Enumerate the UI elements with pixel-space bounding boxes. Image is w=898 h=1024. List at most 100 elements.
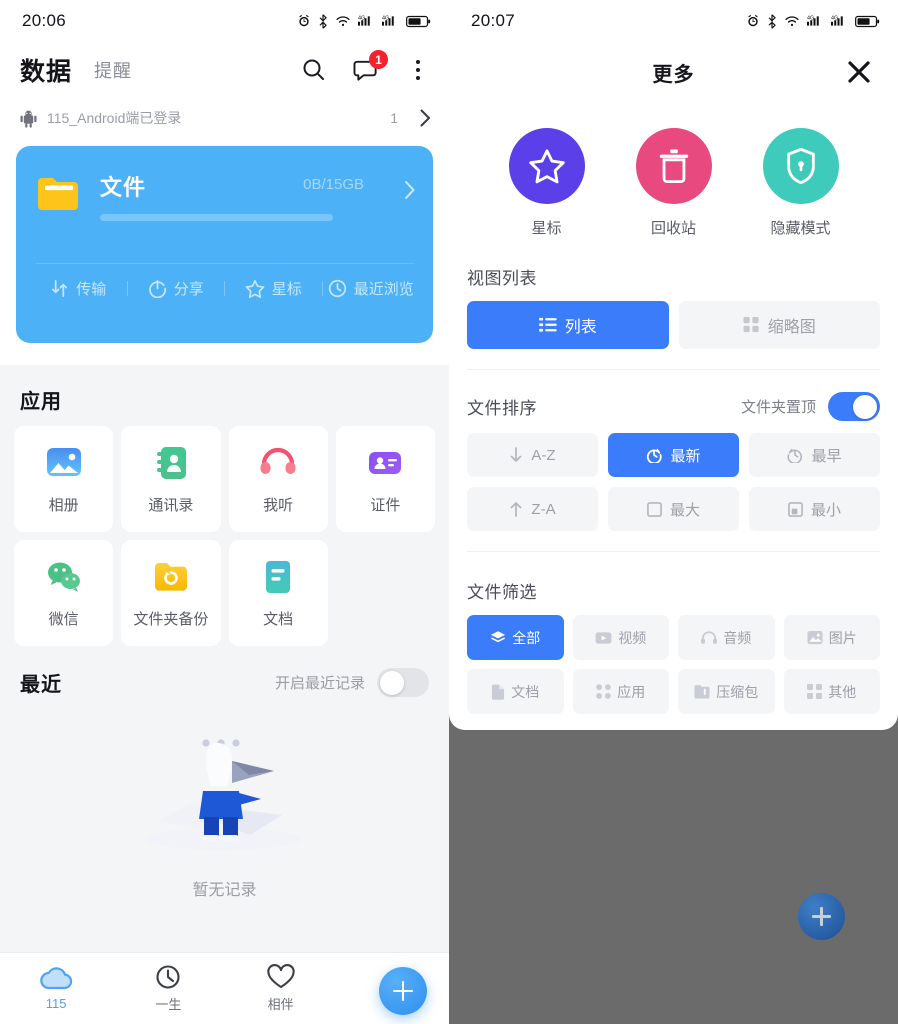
card-action-share-label: 分享 bbox=[173, 281, 204, 298]
sort-option-newest-label: 最新 bbox=[670, 447, 701, 465]
nav-item-companion[interactable]: 相伴 bbox=[225, 964, 337, 1013]
file-filter-section: 文件筛选 全部 视频 音频 图片 文档 应用 压缩包 其他 bbox=[449, 552, 898, 714]
search-button[interactable] bbox=[299, 55, 329, 85]
clock-icon bbox=[156, 965, 180, 989]
app-idcard[interactable]: 证件 bbox=[335, 426, 435, 532]
shortcut-row: 星标 回收站 隐藏模式 bbox=[449, 102, 898, 238]
add-button-dimmed[interactable] bbox=[798, 893, 845, 940]
bottom-navigation: 115 一生 相伴 bbox=[0, 952, 449, 1024]
recent-empty-state: 暂无记录 bbox=[14, 699, 435, 900]
filter-option-document[interactable]: 文档 bbox=[467, 669, 564, 714]
card-action-transfer-label: 传输 bbox=[76, 281, 107, 298]
filter-option-app[interactable]: 应用 bbox=[572, 669, 669, 714]
app-wechat[interactable]: 微信 bbox=[14, 540, 114, 646]
android-icon bbox=[20, 110, 37, 128]
storage-card-middle: 文件 0B/15GB bbox=[100, 170, 398, 221]
app-contacts-label: 通讯录 bbox=[148, 497, 194, 514]
folder-top-toggle[interactable] bbox=[828, 392, 880, 421]
more-options-sheet: 20:07 4G 4G 更多 星标 回收站 隐藏模式 视图列表 列表 缩略图 文… bbox=[449, 0, 898, 730]
archive-icon bbox=[694, 685, 710, 699]
sheet-title: 更多 bbox=[652, 63, 695, 86]
add-button[interactable] bbox=[379, 967, 427, 1015]
device-login-row[interactable]: 115_Android端已登录 1 bbox=[0, 98, 449, 138]
star-icon bbox=[528, 149, 565, 184]
shortcut-hidden-label: 隐藏模式 bbox=[770, 220, 831, 237]
filter-option-other-label: 其他 bbox=[828, 683, 857, 700]
status-icons: 4G 4G bbox=[297, 13, 431, 29]
chevron-right-icon bbox=[420, 109, 431, 127]
sort-option-largest[interactable]: 最大 bbox=[608, 487, 739, 531]
signal-4g-1-icon: 4G bbox=[807, 15, 819, 26]
more-menu-button[interactable] bbox=[403, 55, 433, 85]
nav-item-115[interactable]: 115 bbox=[0, 966, 112, 1011]
sort-option-az-label: A-Z bbox=[531, 446, 556, 464]
sort-option-smallest[interactable]: 最小 bbox=[749, 487, 880, 531]
storage-card-wrapper: 文件 0B/15GB 传输 分享 星标 最近浏览 bbox=[0, 138, 449, 365]
filter-option-image[interactable]: 图片 bbox=[783, 615, 880, 660]
folder-sync-icon bbox=[151, 557, 191, 597]
storage-card[interactable]: 文件 0B/15GB 传输 分享 星标 最近浏览 bbox=[16, 146, 433, 343]
view-option-list-label: 列表 bbox=[564, 319, 597, 336]
tab-reminder[interactable]: 提醒 bbox=[94, 57, 132, 83]
header-actions: 1 bbox=[299, 50, 433, 85]
filter-option-video[interactable]: 视频 bbox=[572, 615, 669, 660]
app-contacts[interactable]: 通讯录 bbox=[121, 426, 221, 532]
filter-option-audio[interactable]: 音频 bbox=[678, 615, 775, 660]
arrow-up-icon bbox=[511, 502, 522, 517]
storage-quota: 0B/15GB bbox=[303, 176, 364, 193]
shortcut-star-label: 星标 bbox=[531, 220, 562, 237]
shortcut-hidden-mode[interactable]: 隐藏模式 bbox=[737, 128, 864, 238]
view-list-options: 列表 缩略图 bbox=[467, 301, 880, 349]
file-filter-title: 文件筛选 bbox=[467, 583, 537, 602]
right-screen: 20:07 4G 4G 更多 星标 回收站 隐藏模式 视图列表 列表 缩略图 文… bbox=[449, 0, 898, 1024]
app-document-label: 文档 bbox=[263, 611, 294, 628]
view-option-thumbnail[interactable]: 缩略图 bbox=[678, 301, 880, 349]
star-icon bbox=[245, 280, 265, 298]
filter-option-all[interactable]: 全部 bbox=[467, 615, 564, 660]
switch-knob bbox=[853, 394, 877, 419]
card-action-recent[interactable]: 最近浏览 bbox=[323, 278, 420, 299]
app-document[interactable]: 文档 bbox=[228, 540, 328, 646]
nav-item-115-label: 115 bbox=[45, 996, 67, 1011]
clock-refresh-icon bbox=[647, 448, 663, 463]
doc-icon bbox=[492, 684, 505, 700]
shield-lock-icon bbox=[786, 147, 815, 185]
filter-option-video-label: 视频 bbox=[618, 629, 647, 646]
nav-item-lifetime[interactable]: 一生 bbox=[112, 964, 224, 1013]
card-action-share[interactable]: 分享 bbox=[128, 278, 225, 299]
card-action-transfer[interactable]: 传输 bbox=[30, 278, 127, 299]
file-sort-header: 文件排序 文件夹置顶 bbox=[467, 370, 880, 433]
message-button[interactable]: 1 bbox=[351, 50, 388, 85]
filter-option-archive[interactable]: 压缩包 bbox=[678, 669, 775, 714]
wifi-icon bbox=[336, 15, 350, 26]
app-photo[interactable]: 相册 bbox=[14, 426, 114, 532]
tab-data[interactable]: 数据 bbox=[20, 52, 72, 88]
filter-option-all-label: 全部 bbox=[512, 629, 541, 646]
view-option-thumbnail-label: 缩略图 bbox=[767, 319, 816, 336]
close-icon[interactable] bbox=[846, 59, 872, 85]
app-folder-backup[interactable]: 文件夹备份 bbox=[121, 540, 221, 646]
id-card-icon bbox=[365, 443, 405, 483]
shortcut-star[interactable]: 星标 bbox=[483, 128, 610, 238]
sort-option-za[interactable]: Z-A bbox=[467, 487, 598, 531]
sort-option-newest[interactable]: 最新 bbox=[608, 433, 739, 477]
sort-option-az[interactable]: A-Z bbox=[467, 433, 598, 477]
bluetooth-icon bbox=[319, 13, 327, 29]
filter-option-other[interactable]: 其他 bbox=[783, 669, 880, 714]
card-action-star[interactable]: 星标 bbox=[225, 278, 322, 299]
shortcut-trash-label: 回收站 bbox=[650, 220, 696, 237]
app-listen[interactable]: 我听 bbox=[228, 426, 328, 532]
recent-toggle-switch[interactable] bbox=[377, 668, 429, 697]
view-option-list[interactable]: 列表 bbox=[467, 301, 669, 349]
app-wechat-label: 微信 bbox=[48, 611, 79, 628]
recent-title: 最近 bbox=[20, 674, 62, 696]
storage-chevron-right-icon bbox=[405, 181, 415, 199]
card-action-recent-label: 最近浏览 bbox=[353, 281, 414, 298]
view-list-section: 视图列表 列表 缩略图 bbox=[449, 238, 898, 370]
wechat-icon bbox=[44, 557, 84, 597]
sort-option-oldest[interactable]: 最早 bbox=[749, 433, 880, 477]
apps-title: 应用 bbox=[20, 391, 62, 413]
alarm-icon bbox=[748, 14, 758, 27]
layers-icon bbox=[491, 631, 506, 643]
shortcut-trash[interactable]: 回收站 bbox=[610, 128, 737, 238]
